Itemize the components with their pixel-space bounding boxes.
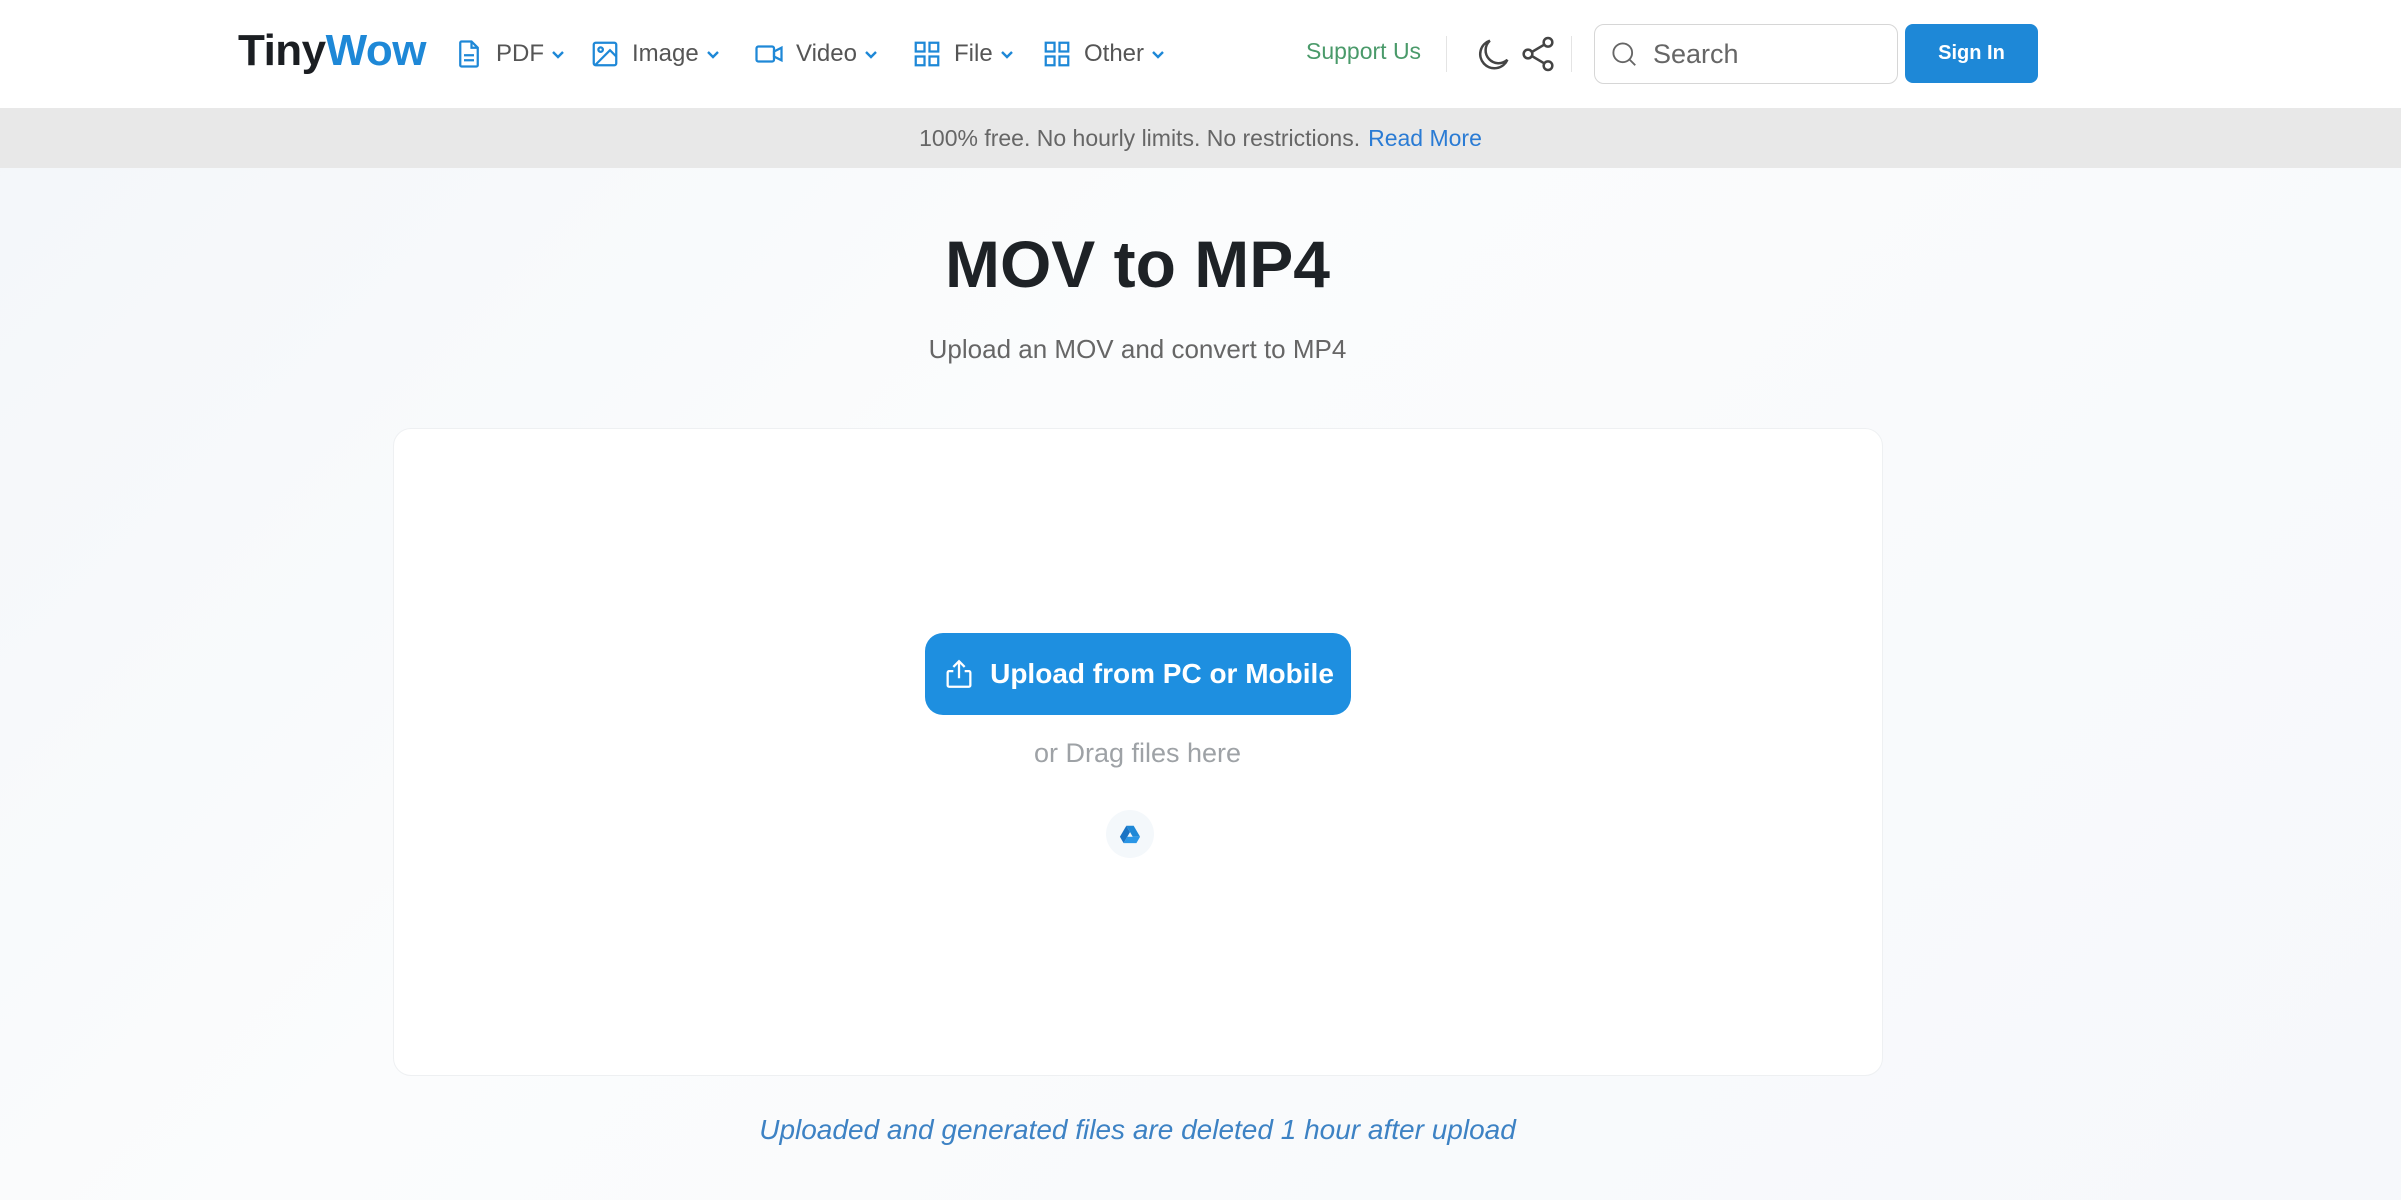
- nav-pdf-label: PDF: [496, 40, 544, 67]
- read-more-link[interactable]: Read More: [1368, 125, 1482, 152]
- support-us-link[interactable]: Support Us: [1306, 38, 1421, 65]
- deletion-notice: Uploaded and generated files are deleted…: [759, 1114, 1516, 1145]
- logo-tiny: Tiny: [238, 26, 326, 75]
- nav-video-label: Video: [796, 40, 857, 67]
- upload-button-label: Upload from PC or Mobile: [990, 658, 1334, 689]
- chevron-down-icon: [552, 51, 564, 59]
- page-title: MOV to MP4: [944, 227, 1330, 301]
- divider: [1571, 36, 1572, 72]
- google-drive-icon: [1119, 825, 1141, 844]
- drag-hint: or Drag files here: [1033, 738, 1242, 768]
- nav-video[interactable]: Video: [754, 34, 879, 74]
- info-banner: 100% free. No hourly limits. No restrict…: [0, 108, 2401, 168]
- share-button[interactable]: [1518, 34, 1558, 74]
- video-camera-icon: [755, 45, 783, 63]
- upload-button[interactable]: Upload from PC or Mobile: [925, 633, 1351, 715]
- grid-icon: [914, 41, 940, 67]
- search-icon: [1612, 42, 1636, 66]
- search-box[interactable]: [1594, 24, 1898, 84]
- divider: [1446, 36, 1447, 72]
- grid-icon: [1044, 41, 1070, 67]
- moon-icon: [1479, 39, 1509, 70]
- logo-wow: Wow: [325, 26, 427, 75]
- google-drive-button[interactable]: [1106, 810, 1154, 858]
- dark-mode-toggle[interactable]: [1474, 34, 1514, 74]
- page-subtitle: Upload an MOV and convert to MP4: [928, 334, 1347, 364]
- chevron-down-icon: [1152, 51, 1164, 59]
- nav-file[interactable]: File: [912, 34, 1015, 74]
- nav-image[interactable]: Image: [590, 34, 721, 74]
- search-input[interactable]: [1653, 38, 1873, 70]
- logo[interactable]: TinyWow: [238, 26, 427, 76]
- sign-in-button[interactable]: Sign In: [1905, 24, 2038, 83]
- chevron-down-icon: [1000, 51, 1013, 59]
- image-icon: [592, 41, 618, 67]
- banner-text: 100% free. No hourly limits. No restrict…: [919, 124, 1361, 151]
- nav-pdf[interactable]: PDF: [454, 34, 566, 74]
- chevron-down-icon: [706, 51, 719, 59]
- nav-other-label: Other: [1084, 40, 1145, 67]
- nav-file-label: File: [954, 40, 993, 67]
- upload-icon: [946, 659, 972, 688]
- top-navbar: TinyWow PDF Image Video File Other Suppo…: [0, 0, 2401, 108]
- nav-image-label: Image: [632, 40, 699, 67]
- share-icon: [1522, 36, 1554, 72]
- chevron-down-icon: [865, 51, 877, 59]
- file-document-icon: [459, 40, 479, 68]
- nav-other[interactable]: Other: [1042, 34, 1166, 74]
